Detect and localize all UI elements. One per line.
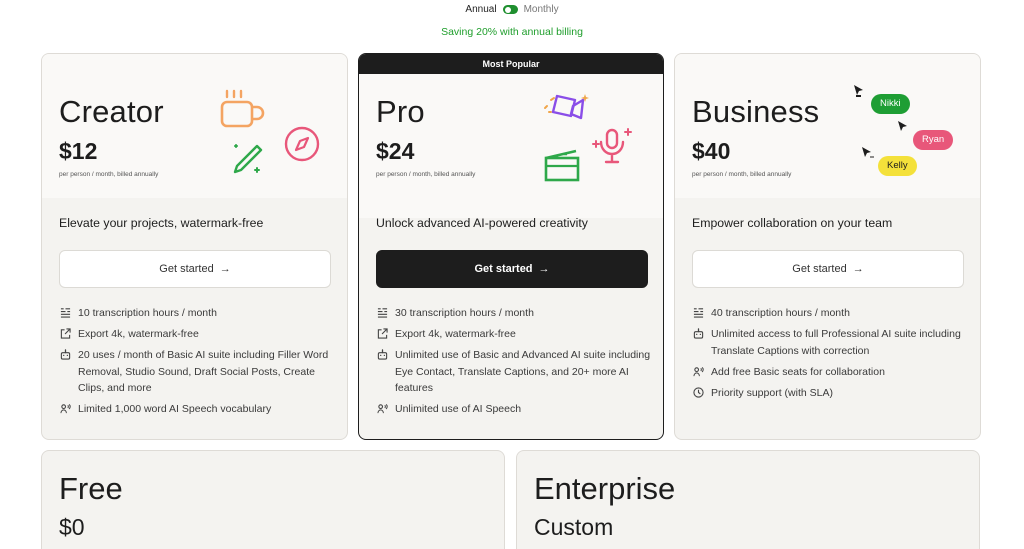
feature-text: Limited 1,000 word AI Speech vocabulary xyxy=(78,403,272,415)
plan-card-enterprise: Enterprise Custom xyxy=(516,450,980,549)
collaborator-chip-ryan: Ryan xyxy=(913,130,954,150)
arrow-right-icon: → xyxy=(538,263,550,275)
plan-billing-note: per person / month, billed annually xyxy=(692,171,792,178)
arrow-right-icon: → xyxy=(852,263,864,275)
feature-text: Unlimited use of Basic and Advanced AI s… xyxy=(395,349,651,394)
plan-card-free: Free $0 xyxy=(41,450,505,549)
plan-price: $40 xyxy=(692,138,731,164)
feature-text: Export 4k, watermark-free xyxy=(78,328,199,340)
feature-item: Export 4k, watermark-free xyxy=(376,326,651,343)
clapperboard-icon xyxy=(544,149,580,182)
transcript-icon xyxy=(376,305,388,322)
saving-note: Saving 20% with annual billing xyxy=(441,26,583,38)
plan-name: Business xyxy=(692,94,820,129)
coffee-cup-icon xyxy=(220,89,265,128)
feature-text: 40 transcription hours / month xyxy=(711,307,850,319)
feature-list: 10 transcription hours / month Export 4k… xyxy=(59,305,334,422)
plan-price: Custom xyxy=(534,514,614,540)
billing-switch[interactable] xyxy=(502,5,518,14)
collaborator-chip-kelly: Kelly xyxy=(878,156,917,176)
transcript-icon xyxy=(692,305,704,322)
get-started-button[interactable]: Get started → xyxy=(692,250,964,288)
voice-icon xyxy=(376,401,388,418)
annual-label[interactable]: Annual xyxy=(465,4,496,15)
feature-text: Add free Basic seats for collaboration xyxy=(711,365,885,378)
plan-tagline: Empower collaboration on your team xyxy=(692,216,893,230)
plan-card-business: Business $40 per person / month, billed … xyxy=(674,53,981,440)
feature-item: Export 4k, watermark-free xyxy=(59,326,334,343)
feature-list: 30 transcription hours / month Export 4k… xyxy=(376,305,651,422)
feature-item: Limited 1,000 word AI Speech vocabulary xyxy=(59,401,334,418)
feature-text: Priority support (with SLA) xyxy=(711,386,833,399)
plan-price: $24 xyxy=(376,138,415,164)
feature-item: 30 transcription hours / month xyxy=(376,305,651,322)
pencil-icon xyxy=(233,144,263,174)
plan-price: $0 xyxy=(59,514,85,540)
cursor-icon xyxy=(862,147,874,158)
clock-icon xyxy=(692,385,704,402)
transcript-icon xyxy=(59,305,71,322)
cursor-icon xyxy=(854,85,863,97)
most-popular-badge: Most Popular xyxy=(359,54,663,74)
plan-tagline: Unlock advanced AI-powered creativity xyxy=(376,216,588,230)
get-started-button[interactable]: Get started → xyxy=(376,250,648,288)
cursor-icon xyxy=(898,121,907,131)
plan-name: Pro xyxy=(376,94,425,129)
plan-name: Enterprise xyxy=(534,471,676,506)
feature-text: 10 transcription hours / month xyxy=(78,307,217,319)
feature-item: 40 transcription hours / month xyxy=(692,305,967,322)
plan-billing-note: per person / month, billed annually xyxy=(59,171,159,178)
feature-text: Export 4k, watermark-free xyxy=(395,328,516,340)
collaborator-chip-nikki: Nikki xyxy=(871,94,910,114)
feature-text: 20 uses / month of Basic AI suite includ… xyxy=(78,349,329,394)
robot-icon xyxy=(376,347,388,397)
get-started-label: Get started xyxy=(474,263,533,275)
video-camera-icon xyxy=(544,94,589,120)
feature-text: Unlimited use of AI Speech xyxy=(395,403,522,415)
feature-text: 30 transcription hours / month xyxy=(395,307,534,319)
voice-icon xyxy=(692,364,704,381)
feature-item: Unlimited access to full Professional AI… xyxy=(692,326,967,359)
get-started-label: Get started xyxy=(159,263,214,275)
feature-item: Priority support (with SLA) xyxy=(692,385,967,402)
robot-icon xyxy=(692,326,704,359)
feature-text: Unlimited access to full Professional AI… xyxy=(711,328,961,357)
feature-item: Unlimited use of AI Speech xyxy=(376,401,651,418)
microphone-icon xyxy=(592,128,632,164)
plan-price: $12 xyxy=(59,138,98,164)
plan-card-pro: Most Popular Pro $24 per person / month,… xyxy=(358,53,664,440)
compass-icon xyxy=(284,126,320,162)
feature-list: 40 transcription hours / month Unlimited… xyxy=(692,305,967,406)
feature-item: 20 uses / month of Basic AI suite includ… xyxy=(59,347,334,397)
get-started-button[interactable]: Get started → xyxy=(59,250,331,288)
plan-name: Free xyxy=(59,471,123,506)
voice-icon xyxy=(59,401,71,418)
arrow-right-icon: → xyxy=(219,263,231,275)
get-started-label: Get started xyxy=(792,263,847,275)
feature-item: Add free Basic seats for collaboration xyxy=(692,364,967,381)
feature-item: Unlimited use of Basic and Advanced AI s… xyxy=(376,347,651,397)
feature-item: 10 transcription hours / month xyxy=(59,305,334,322)
plan-billing-note: per person / month, billed annually xyxy=(376,171,476,178)
billing-toggle[interactable]: Annual Monthly xyxy=(0,4,1024,15)
plan-tagline: Elevate your projects, watermark-free xyxy=(59,216,264,230)
export-icon xyxy=(59,326,71,343)
monthly-label[interactable]: Monthly xyxy=(524,4,559,15)
plan-name: Creator xyxy=(59,94,164,129)
robot-icon xyxy=(59,347,71,397)
export-icon xyxy=(376,326,388,343)
plan-card-creator: Creator $12 per person / month, billed a… xyxy=(41,53,348,440)
